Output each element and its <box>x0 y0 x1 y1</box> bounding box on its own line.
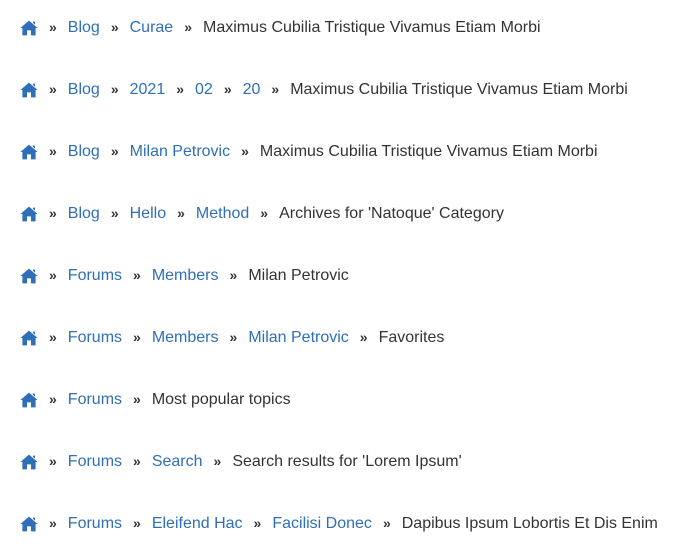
separator: » <box>49 515 57 531</box>
separator: » <box>213 453 222 469</box>
separator: » <box>110 205 119 221</box>
breadcrumb-current: Archives for 'Natoque' Category <box>279 205 504 222</box>
separator: » <box>110 19 119 35</box>
breadcrumb-link[interactable]: Eleifend Hac <box>152 515 243 533</box>
breadcrumb-link[interactable]: Forums <box>68 515 122 533</box>
breadcrumb-current: Maximus Cubilia Tristique Vivamus Etiam … <box>290 81 628 98</box>
separator: » <box>229 267 238 283</box>
separator: » <box>133 267 141 283</box>
separator: » <box>260 205 268 221</box>
separator: » <box>133 391 141 407</box>
separator: » <box>176 81 184 97</box>
breadcrumb-link[interactable]: Milan Petrovic <box>248 329 348 347</box>
breadcrumb-current: Milan Petrovic <box>248 267 349 284</box>
separator: » <box>49 453 57 469</box>
breadcrumb-link[interactable]: Milan Petrovic <box>130 143 230 161</box>
breadcrumb-link[interactable]: Blog <box>68 81 100 99</box>
separator: » <box>110 81 119 97</box>
breadcrumb-current: Most popular topics <box>151 391 291 408</box>
breadcrumb-link[interactable]: Forums <box>68 267 122 285</box>
breadcrumb-link[interactable]: Method <box>196 205 249 223</box>
separator: » <box>133 453 141 469</box>
breadcrumb-link[interactable]: Members <box>152 267 219 285</box>
breadcrumb: » Forums » Search » Search results for '… <box>20 450 462 474</box>
breadcrumb-link[interactable]: Curae <box>130 19 174 37</box>
breadcrumb-link[interactable]: 02 <box>195 81 213 99</box>
breadcrumb-link[interactable]: Blog <box>68 205 100 223</box>
breadcrumb-current: Favorites <box>378 329 445 346</box>
breadcrumb-link[interactable]: 20 <box>243 81 261 99</box>
home-icon[interactable] <box>20 206 38 222</box>
separator: » <box>110 143 119 159</box>
separator: » <box>271 81 279 97</box>
breadcrumb-link[interactable]: 2021 <box>130 81 166 99</box>
separator: » <box>49 205 57 221</box>
separator: » <box>49 81 57 97</box>
separator: » <box>49 329 57 345</box>
breadcrumb: » Forums » Most popular topics <box>20 388 291 412</box>
separator: » <box>133 329 141 345</box>
separator: » <box>184 19 192 35</box>
breadcrumb-link[interactable]: Hello <box>130 205 166 223</box>
breadcrumb-link[interactable]: Facilisi Donec <box>272 515 372 533</box>
separator: » <box>49 19 57 35</box>
breadcrumb: » Forums » Members » Milan Petrovic <box>20 264 349 288</box>
separator: » <box>133 515 141 531</box>
breadcrumb-current: Search results for 'Lorem Ipsum' <box>232 453 462 470</box>
separator: » <box>359 329 368 345</box>
separator: » <box>223 81 232 97</box>
home-icon[interactable] <box>20 20 38 36</box>
breadcrumb: » Forums » Eleifend Hac » Facilisi Donec… <box>20 512 658 536</box>
home-icon[interactable] <box>20 82 38 98</box>
home-icon[interactable] <box>20 144 38 160</box>
breadcrumb-list: » Blog » Curae » Maximus Cubilia Tristiq… <box>0 0 677 559</box>
breadcrumb: » Blog » 2021 » 02 » 20 » Maximus Cubili… <box>20 78 628 102</box>
breadcrumb-current: Dapibus Ipsum Lobortis Et Dis Enim <box>401 515 658 532</box>
separator: » <box>241 143 249 159</box>
breadcrumb: » Forums » Members » Milan Petrovic » Fa… <box>20 326 444 350</box>
separator: » <box>177 205 185 221</box>
breadcrumb-link[interactable]: Blog <box>68 19 100 37</box>
breadcrumb: » Blog » Hello » Method » Archives for '… <box>20 202 504 226</box>
home-icon[interactable] <box>20 268 38 284</box>
breadcrumb-link[interactable]: Blog <box>68 143 100 161</box>
breadcrumb-link[interactable]: Members <box>152 329 219 347</box>
separator: » <box>382 515 391 531</box>
breadcrumb: » Blog » Milan Petrovic » Maximus Cubili… <box>20 140 598 164</box>
breadcrumb-link[interactable]: Forums <box>68 391 122 409</box>
home-icon[interactable] <box>20 454 38 470</box>
separator: » <box>49 267 57 283</box>
breadcrumb-current: Maximus Cubilia Tristique Vivamus Etiam … <box>203 19 541 36</box>
separator: » <box>49 143 57 159</box>
separator: » <box>229 329 238 345</box>
home-icon[interactable] <box>20 330 38 346</box>
breadcrumb-current: Maximus Cubilia Tristique Vivamus Etiam … <box>259 143 598 160</box>
separator: » <box>253 515 262 531</box>
home-icon[interactable] <box>20 392 38 408</box>
breadcrumb-link[interactable]: Forums <box>68 329 122 347</box>
breadcrumb-link[interactable]: Search <box>152 453 203 471</box>
separator: » <box>49 391 57 407</box>
home-icon[interactable] <box>20 516 38 532</box>
breadcrumb: » Blog » Curae » Maximus Cubilia Tristiq… <box>20 16 541 40</box>
breadcrumb-link[interactable]: Forums <box>68 453 122 471</box>
